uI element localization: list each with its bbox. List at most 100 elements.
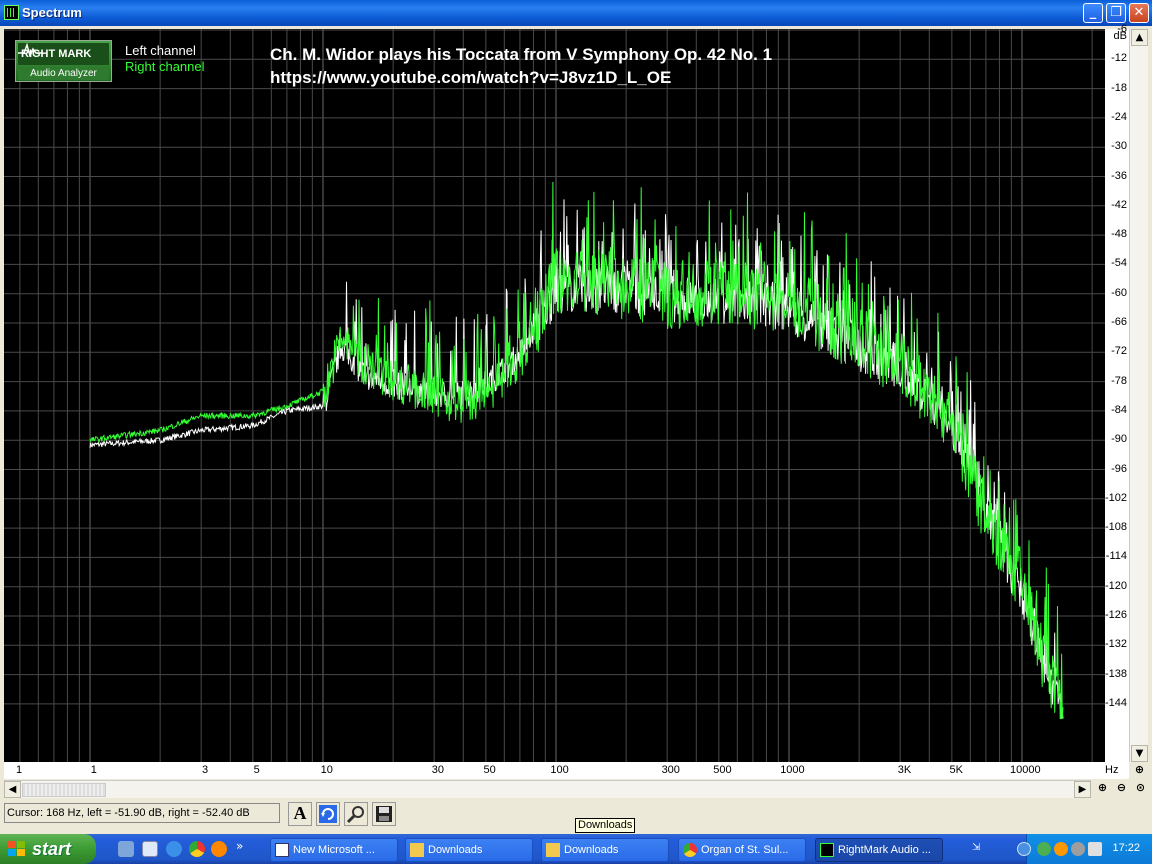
db-tick-label: -126 [1104,609,1127,621]
scroll-down-button[interactable]: ▼ [1131,745,1148,762]
horizontal-scrollbar[interactable]: ◀ ▶ [4,780,1091,798]
db-tick-label: -42 [1111,198,1127,211]
quicklaunch-window-icon[interactable] [142,841,158,857]
minimize-button[interactable]: _ [1083,3,1103,23]
scroll-up-button[interactable]: ▲ [1131,29,1148,46]
series-line-right-channel [89,181,1064,720]
word-document-icon [275,843,289,857]
legend-left-channel: Left channel [125,43,196,58]
db-tick-label: -108 [1104,521,1127,534]
tray-network-icon[interactable] [1037,842,1051,856]
zoom-out-icon[interactable]: ⊖ [1113,780,1130,797]
quicklaunch-desktop-icon[interactable] [118,841,134,857]
freq-tick-label: 300 [661,764,680,776]
folder-icon [546,843,560,857]
zoom-in-vertical-icon[interactable]: ⊕ [1131,762,1148,779]
quicklaunch-more-icon[interactable]: » [236,839,243,853]
legend-right-channel: Right channel [125,59,205,74]
db-tick-label: -12 [1111,52,1127,65]
task-downloads-1[interactable]: Downloads [405,838,533,862]
freq-tick-label: 1 [16,764,23,776]
freq-tick-label: 10000 [1010,764,1041,776]
horizontal-scroll-thumb[interactable] [22,783,106,797]
db-tick-label: -78 [1111,374,1127,387]
quicklaunch-ie-icon[interactable] [166,841,182,857]
db-tick-label: -138 [1104,667,1127,680]
maximize-button[interactable]: ❐ [1106,3,1126,23]
db-tick-label: -36 [1111,169,1127,182]
freq-tick-label: 50 [483,764,496,776]
tooltip: Downloads [575,818,636,833]
zoom-in-icon[interactable]: ⊕ [1094,780,1111,797]
taskbar-options-icon[interactable]: ⇲ [972,842,986,856]
freq-tick-label: 1 [90,764,97,776]
vertical-scrollbar[interactable]: ▲ ▼ [1129,29,1148,762]
task-rightmark[interactable]: RightMark Audio ... [815,838,943,862]
magnifier-icon [346,806,364,824]
rightmark-icon [820,843,834,857]
task-organ-chrome[interactable]: Organ of St. Sul... [678,838,806,862]
db-tick-label: -72 [1111,345,1127,358]
system-tray: 17:22 [1017,834,1152,864]
logo-text-mark: MARK [58,48,92,60]
tray-tools-icon[interactable] [1071,842,1085,856]
refresh-icon [319,805,337,823]
db-tick-label: -24 [1111,110,1127,123]
floppy-disk-icon [376,806,392,822]
spectrum-chart [4,29,1105,762]
app-icon [4,5,19,20]
db-tick-label: -6 [1117,23,1127,35]
taskbar-clock: 17:22 [1112,842,1140,854]
task-downloads-2[interactable]: Downloads [541,838,669,862]
freq-tick-label: 5K [949,764,963,776]
window-titlebar: Spectrum _ ❐ ✕ [0,0,1152,26]
magnifier-button[interactable] [344,802,368,826]
folder-icon [410,843,424,857]
zoom-fit-icon[interactable]: ⊙ [1132,780,1149,797]
db-tick-label: -54 [1111,257,1127,270]
freq-tick-label: 3K [897,764,912,776]
freq-tick-label: 500 [713,764,732,776]
db-tick-label: -90 [1111,433,1127,446]
start-label: start [32,839,72,859]
refresh-button[interactable] [316,802,340,826]
scroll-left-button[interactable]: ◀ [4,781,21,798]
frequency-axis: Hz 1 1 3 5 10 30 50 100 300 500 1000 3K 5K 10000 [4,762,1129,779]
freq-tick-label: 10 [320,764,333,776]
plot-title: Ch. M. Widor plays his Toccata from V Sy… [270,43,772,89]
db-tick-label: -96 [1111,462,1127,475]
plot-title-line1: Ch. M. Widor plays his Toccata from V Sy… [270,45,773,64]
freq-tick-label: 100 [550,764,569,776]
save-button[interactable] [372,802,396,826]
db-tick-label: -132 [1104,638,1127,651]
quicklaunch-chrome-icon[interactable] [189,841,205,857]
quicklaunch-media-icon[interactable] [211,841,227,857]
taskbar: start » New Microsoft ... Downloads Down… [0,834,1152,864]
freq-tick-label: 5 [253,764,260,776]
db-tick-label: -30 [1111,140,1127,153]
db-axis: dB -6 -12 -18 -24 -30 -36 -42 -48 -54 -60 -66 -72 -7… [1104,23,1129,762]
task-new-microsoft[interactable]: New Microsoft ... [270,838,398,862]
freq-tick-label: 30 [431,764,445,776]
tray-volume-icon[interactable] [1088,842,1102,856]
db-tick-label: -48 [1111,228,1127,241]
spectrum-plot[interactable]: RIGHT MARK Audio Analyzer Left channel R… [4,29,1105,762]
db-tick-label: -102 [1104,491,1127,504]
db-tick-label: -114 [1105,550,1127,563]
db-tick-label: -84 [1111,403,1127,416]
freq-tick-label: 1000 [780,764,805,776]
db-tick-label: -60 [1111,286,1127,299]
scroll-right-button[interactable]: ▶ [1074,781,1091,798]
window-title: Spectrum [22,5,82,20]
font-button[interactable]: A [288,802,312,826]
db-tick-label: -18 [1111,81,1127,94]
close-button[interactable]: ✕ [1129,3,1149,23]
windows-logo-icon [8,841,25,856]
cursor-status: Cursor: 168 Hz, left = -51.90 dB, right … [4,803,280,823]
freq-tick-label: 3 [201,764,209,776]
logo-subtitle: Audio Analyzer [18,67,109,80]
start-button[interactable]: start [0,834,96,864]
logo-wave-icon [18,43,42,57]
tray-expand-icon[interactable] [1017,842,1031,856]
tray-app-icon[interactable] [1054,842,1068,856]
